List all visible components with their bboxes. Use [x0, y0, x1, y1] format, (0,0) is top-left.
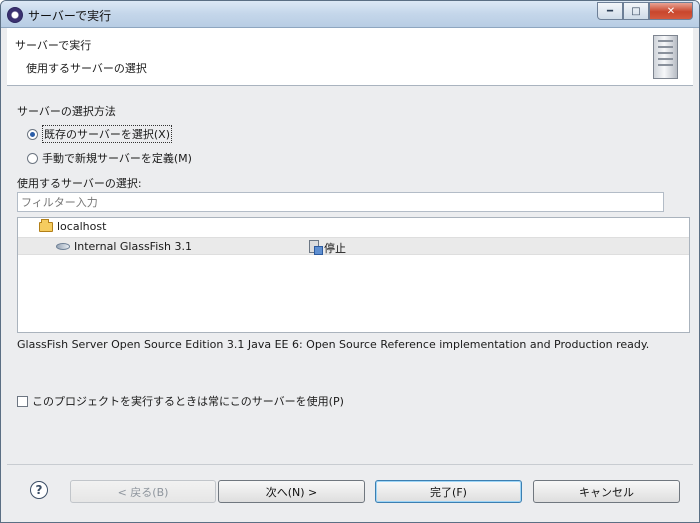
server-list-label: 使用するサーバーの選択: [17, 177, 142, 190]
host-label: localhost [57, 220, 107, 233]
next-button[interactable]: 次へ(N) > [218, 480, 365, 503]
maximize-button[interactable]: □ [623, 2, 649, 20]
manual-server-radio-row[interactable]: 手動で新規サーバーを定義(M) [27, 150, 192, 166]
tree-row-localhost[interactable]: localhost [18, 218, 689, 236]
close-icon: ✕ [666, 5, 676, 17]
minimize-button[interactable]: ━ [597, 2, 623, 20]
eclipse-icon [7, 7, 23, 23]
glassfish-icon [56, 243, 70, 250]
back-button[interactable]: < 戻る(B) [70, 480, 216, 503]
window-title: サーバーで実行 [28, 9, 112, 23]
run-on-server-dialog: サーバーで実行 ━ □ ✕ サーバーで実行 使用するサーバーの選択 サーバーの選… [0, 0, 700, 523]
server-filter-input[interactable] [17, 192, 664, 212]
maximize-icon: □ [631, 5, 641, 17]
server-name: Internal GlassFish 3.1 [74, 240, 192, 253]
wizard-footer: ? < 戻る(B) 次へ(N) > 完了(F) キャンセル [7, 464, 693, 520]
wizard-content: サーバーの選択方法 既存のサーバーを選択(X) 手動で新規サーバーを定義(M) … [7, 87, 693, 457]
tree-row-glassfish[interactable]: Internal GlassFish 3.1 停止 [18, 237, 689, 255]
finish-button[interactable]: 完了(F) [375, 480, 522, 503]
wizard-banner: サーバーで実行 使用するサーバーの選択 [7, 28, 693, 86]
close-button[interactable]: ✕ [649, 2, 693, 20]
manual-server-label: 手動で新規サーバーを定義(M) [42, 152, 192, 165]
server-state: 停止 [324, 242, 346, 255]
existing-server-label: 既存のサーバーを選択(X) [42, 125, 173, 143]
server-icon [653, 35, 678, 79]
help-icon[interactable]: ? [30, 481, 48, 499]
server-tree[interactable]: localhost Internal GlassFish 3.1 停止 [17, 217, 690, 333]
minimize-icon: ━ [606, 5, 614, 17]
always-use-server-label: このプロジェクトを実行するときは常にこのサーバーを使用(P) [32, 395, 344, 408]
server-stopped-icon [309, 240, 323, 255]
selection-method-label: サーバーの選択方法 [17, 105, 116, 118]
always-use-server-checkbox[interactable] [17, 395, 28, 407]
manual-server-radio[interactable] [27, 152, 38, 164]
window-controls: ━ □ ✕ [597, 2, 693, 21]
cancel-button[interactable]: キャンセル [533, 480, 680, 503]
banner-title: サーバーで実行 [15, 39, 92, 52]
existing-server-radio-row[interactable]: 既存のサーバーを選択(X) [27, 125, 173, 143]
existing-server-radio[interactable] [27, 128, 38, 140]
server-description: GlassFish Server Open Source Edition 3.1… [17, 338, 650, 351]
always-use-server-option[interactable]: このプロジェクトを実行するときは常にこのサーバーを使用(P) [17, 393, 344, 409]
banner-description: 使用するサーバーの選択 [26, 62, 147, 75]
window-titlebar[interactable]: サーバーで実行 ━ □ ✕ [1, 1, 699, 28]
folder-icon [39, 219, 53, 232]
